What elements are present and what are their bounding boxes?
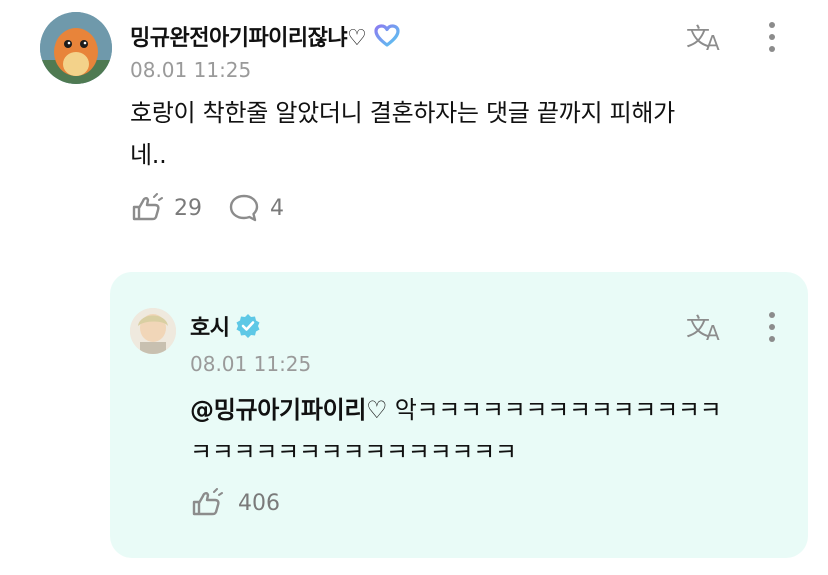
translate-icon: 文 A xyxy=(686,23,720,55)
mention-link[interactable]: @밍규아기파이리♡ xyxy=(190,396,388,424)
reply-text-line-2: ㅋㅋㅋㅋㅋㅋㅋㅋㅋㅋㅋㅋㅋㅋㅋ xyxy=(190,438,517,466)
author-avatar[interactable] xyxy=(40,12,112,84)
reply-like-count: 406 xyxy=(238,490,280,516)
reply-text: @밍규아기파이리♡ 악ㅋㅋㅋㅋㅋㅋㅋㅋㅋㅋㅋㅋㅋㅋ ㅋㅋㅋㅋㅋㅋㅋㅋㅋㅋㅋㅋㅋㅋ… xyxy=(190,389,790,473)
reply-text-line-1: @밍규아기파이리♡ 악ㅋㅋㅋㅋㅋㅋㅋㅋㅋㅋㅋㅋㅋㅋ xyxy=(190,389,790,431)
reply-like-button[interactable]: 406 xyxy=(190,488,280,518)
comment-text-line-2: 네.. xyxy=(130,141,167,169)
comment-text: 호랑이 착한줄 알았더니 결혼하자는 댓글 끝까지 피해가 네.. xyxy=(130,92,800,176)
like-icon xyxy=(132,193,163,221)
reply-translate-button[interactable]: 文 A xyxy=(686,308,726,345)
translate-button[interactable]: 文 A xyxy=(686,18,726,55)
reply-timestamp: 08.01 11:25 xyxy=(190,352,312,376)
comment-text-line-1: 호랑이 착한줄 알았더니 결혼하자는 댓글 끝까지 피해가 xyxy=(130,99,675,127)
like-button[interactable]: 29 xyxy=(130,193,202,223)
like-icon xyxy=(192,488,223,516)
translate-icon: 文 A xyxy=(686,313,720,345)
more-vertical-icon xyxy=(769,312,775,342)
reply-actions: 406 xyxy=(190,488,280,518)
more-options-button[interactable] xyxy=(762,20,782,54)
reply-more-options-button[interactable] xyxy=(762,310,782,344)
comment-header: 밍규완전아기파이리잖냐♡ xyxy=(130,20,400,52)
verified-badge-icon xyxy=(236,314,260,338)
svg-text:A: A xyxy=(706,31,720,54)
membership-badge-icon xyxy=(374,24,400,47)
comment-actions: 29 4 xyxy=(130,193,284,223)
reply-count: 4 xyxy=(270,195,284,221)
reply-author-name[interactable]: 호시 xyxy=(190,310,230,342)
reply-header: 호시 xyxy=(190,310,261,342)
comment-timestamp: 08.01 11:25 xyxy=(130,58,252,82)
more-vertical-icon xyxy=(769,22,775,52)
reply-text-rest: 악ㅋㅋㅋㅋㅋㅋㅋㅋㅋㅋㅋㅋㅋㅋ xyxy=(387,396,722,424)
reply-button[interactable]: 4 xyxy=(228,193,284,223)
like-count: 29 xyxy=(174,195,202,221)
reply-author-avatar[interactable] xyxy=(130,308,176,354)
comment-icon xyxy=(229,194,259,222)
author-name[interactable]: 밍규완전아기파이리잖냐♡ xyxy=(130,20,367,52)
svg-text:A: A xyxy=(706,321,720,344)
